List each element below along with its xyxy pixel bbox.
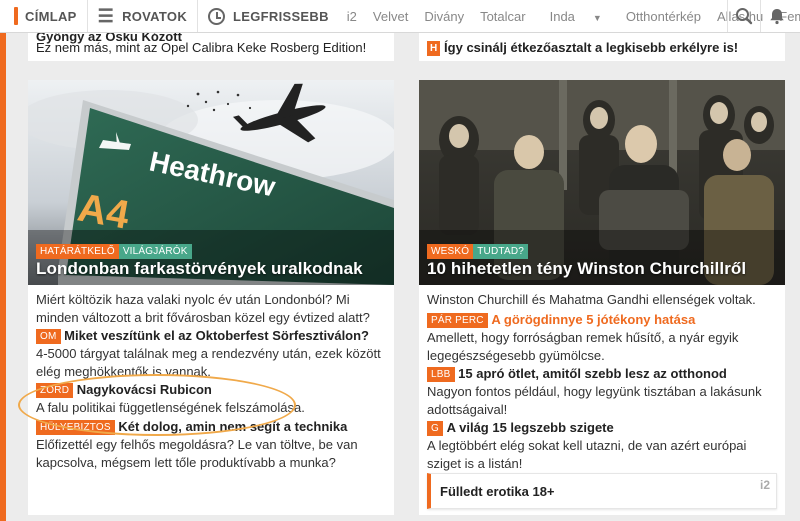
- latest-button[interactable]: LEGFRISSEBB: [197, 0, 339, 32]
- item-headline: A világ 15 legszebb szigete: [446, 420, 614, 435]
- strip-text-left: Ez nem más, mint az Opel Calibra Keke Ro…: [36, 40, 367, 55]
- search-icon: [736, 8, 753, 25]
- bell-icon: [770, 9, 784, 25]
- i2-logo: i2: [759, 478, 770, 492]
- top-strip-right[interactable]: H Így csinálj étkezőasztalt a legkisebb …: [419, 33, 785, 61]
- site-link-totalcar[interactable]: Totalcar: [472, 9, 534, 24]
- chevron-down-icon: ▼: [592, 12, 602, 23]
- site-link-i2[interactable]: i2: [339, 9, 365, 24]
- site-badge[interactable]: H: [427, 41, 441, 56]
- notifications-button[interactable]: [760, 0, 793, 32]
- site-link-velvet[interactable]: Velvet: [365, 9, 416, 24]
- item-headline: 15 apró ötlet, amitől szebb lesz az otth…: [458, 366, 727, 381]
- article-title-churchill[interactable]: 10 hihetetlen tény Winston Churchillről: [427, 259, 746, 279]
- item-text: A legtöbbért elég sokat kell utazni, de …: [427, 438, 747, 471]
- item-headline: Két dolog, amin nem segít a technika: [118, 419, 348, 434]
- top-strip-left[interactable]: Gyöngy az Osku Kózott Ez nem más, mint a…: [28, 33, 394, 61]
- tag-tudtad[interactable]: TUDTAD?: [473, 244, 529, 259]
- article-title-london[interactable]: Londonban farkastörvények uralkodnak: [36, 259, 363, 279]
- strip-headline-right: Így csinálj étkezőasztalt a legkisebb er…: [444, 40, 739, 55]
- sections-label: ROVATOK: [122, 8, 188, 24]
- top-navigation: CÍMLAP ☰ ROVATOK LEGFRISSEBB i2 Velvet D…: [0, 0, 800, 33]
- hamburger-icon: ☰: [97, 6, 115, 26]
- list-item[interactable]: LBB 15 apró ötlet, amitől szebb lesz az …: [427, 365, 777, 419]
- item-text: A falu politikai függetlenségének felszá…: [36, 400, 305, 415]
- promo-label: Fülledt erotika 18+: [440, 484, 555, 499]
- site-badge-lbb[interactable]: LBB: [427, 367, 455, 382]
- home-label: CÍMLAP: [25, 8, 77, 24]
- item-headline: Nagykovácsi Rubicon: [76, 382, 212, 397]
- list-item[interactable]: PÁR PERC A görögdinnye 5 jótékony hatása…: [427, 311, 777, 365]
- article-lead-churchill[interactable]: Winston Churchill és Mahatma Gandhi elle…: [427, 291, 777, 309]
- list-item[interactable]: HÜLYEBIZTOS Két dolog, amin nem segít a …: [36, 418, 386, 472]
- tag-vilagjarok[interactable]: VILÁGJÁRÓK: [118, 244, 192, 259]
- tag-hataratkelo[interactable]: HATÁRÁTKELŐ: [36, 244, 119, 259]
- site-link-divany[interactable]: Divány: [416, 9, 472, 24]
- tag-group: WESKÓ TUDTAD?: [427, 242, 529, 260]
- item-text: 4-5000 tárgyat találnak meg a rendezvény…: [36, 346, 381, 379]
- hero-image-yalta[interactable]: WESKÓ TUDTAD? 10 hihetetlen tény Winston …: [419, 80, 785, 285]
- clock-icon: [208, 7, 226, 25]
- sections-menu-button[interactable]: ☰ ROVATOK: [86, 0, 197, 32]
- section-accent-bar: [0, 33, 6, 521]
- home-link[interactable]: CÍMLAP: [0, 0, 87, 32]
- article-card-london: Heathrow A4 HATÁRÁTKELŐ VILÁGJÁRÓK London…: [28, 80, 394, 515]
- article-lead-london[interactable]: Miért költözik haza valaki nyolc év után…: [36, 291, 386, 327]
- site-badge-hulyebiztos[interactable]: HÜLYEBIZTOS: [36, 420, 115, 435]
- site-badge-zord[interactable]: ZORD: [36, 383, 74, 398]
- site-link-inda-label: Inda: [549, 8, 575, 24]
- item-headline: Miket veszítünk el az Oktoberfest Sörfes…: [64, 328, 369, 343]
- item-headline: A görögdinnye 5 jótékony hatása: [491, 312, 696, 327]
- hero-image-heathrow[interactable]: Heathrow A4 HATÁRÁTKELŐ VILÁGJÁRÓK London…: [28, 80, 394, 285]
- item-text: Amellett, hogy forróságban remek hűsítő,…: [427, 330, 739, 363]
- site-badge-g[interactable]: G: [427, 421, 443, 436]
- list-item[interactable]: G A világ 15 legszebb szigete A legtöbbé…: [427, 419, 777, 473]
- site-link-otthonterkep[interactable]: Otthontérkép: [618, 9, 709, 24]
- promo-box[interactable]: Fülledt erotika 18+ i2: [427, 473, 777, 509]
- site-badge-par-perc[interactable]: PÁR PERC: [427, 313, 488, 328]
- search-button[interactable]: [727, 0, 760, 32]
- item-text: Előfizettél egy felhős megoldásra? Le va…: [36, 437, 358, 470]
- article-card-churchill: WESKÓ TUDTAD? 10 hihetetlen tény Winston …: [419, 80, 785, 515]
- item-text: Nagyon fontos például, hogy legyünk tisz…: [427, 384, 762, 417]
- logo-mark-icon: [14, 7, 18, 25]
- site-badge-om[interactable]: OM: [36, 329, 61, 344]
- tag-group: HATÁRÁTKELŐ VILÁGJÁRÓK: [36, 242, 192, 260]
- tag-wesko[interactable]: WESKÓ: [427, 244, 474, 259]
- site-link-inda[interactable]: Inda ▼: [534, 9, 618, 24]
- latest-label: LEGFRISSEBB: [233, 8, 329, 24]
- list-item[interactable]: OM Miket veszítünk el az Oktoberfest Sör…: [36, 327, 386, 381]
- list-item[interactable]: ZORD Nagykovácsi Rubicon A falu politika…: [36, 381, 386, 417]
